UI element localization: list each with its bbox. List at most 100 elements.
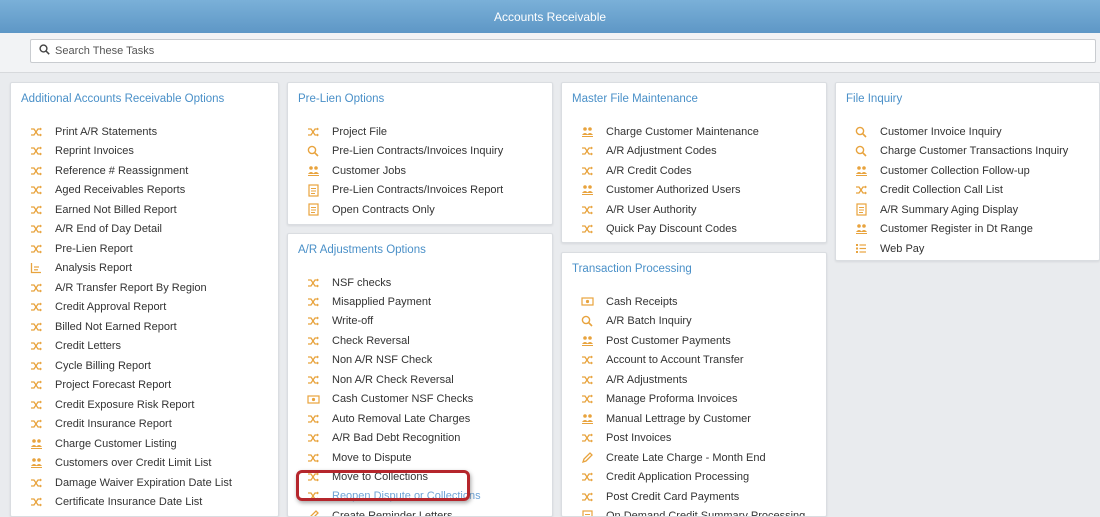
- shuffle-icon: [306, 373, 320, 387]
- task-on-demand-credit-summary-processing[interactable]: On Demand Credit Summary Processing: [562, 507, 826, 516]
- task-customer-comment-notes[interactable]: Customer Comment Notes: [11, 512, 278, 517]
- shuffle-icon: [29, 183, 43, 197]
- shuffle-icon: [29, 495, 43, 509]
- task-nsf-checks[interactable]: NSF checks: [288, 273, 552, 292]
- panel-file-inquiry: File Inquiry Customer Invoice Inquiry Char…: [835, 82, 1100, 261]
- task-non-a-r-check-reversal[interactable]: Non A/R Check Reversal: [288, 370, 552, 389]
- task-label: NSF checks: [332, 276, 392, 289]
- document-icon: [306, 203, 320, 217]
- task-a-r-summary-aging-display[interactable]: A/R Summary Aging Display: [836, 200, 1099, 219]
- task-label: Web Pay: [880, 242, 925, 255]
- task-misapplied-payment[interactable]: Misapplied Payment: [288, 292, 552, 311]
- page-title: Accounts Receivable: [493, 9, 607, 24]
- task-label: A/R Credit Codes: [606, 164, 692, 177]
- search-icon: [854, 125, 868, 139]
- task-a-r-batch-inquiry[interactable]: A/R Batch Inquiry: [562, 312, 826, 331]
- task-customer-invoice-inquiry[interactable]: Customer Invoice Inquiry: [836, 122, 1099, 141]
- task-customer-register-in-dt-range[interactable]: Customer Register in Dt Range: [836, 220, 1099, 239]
- shuffle-icon: [580, 222, 594, 236]
- task-cash-receipts[interactable]: Cash Receipts: [562, 292, 826, 311]
- task-credit-application-processing[interactable]: Credit Application Processing: [562, 468, 826, 487]
- task-charge-customer-transactions-inquiry[interactable]: Charge Customer Transactions Inquiry: [836, 142, 1099, 161]
- task-open-contracts-only[interactable]: Open Contracts Only: [288, 200, 552, 219]
- task-auto-removal-late-charges[interactable]: Auto Removal Late Charges: [288, 409, 552, 428]
- search-input[interactable]: Search These Tasks: [30, 39, 1096, 63]
- task-check-reversal[interactable]: Check Reversal: [288, 331, 552, 350]
- task-label: A/R Adjustment Codes: [606, 145, 717, 157]
- shuffle-icon: [580, 392, 594, 406]
- task-label: Analysis Report: [55, 262, 133, 274]
- task-charge-customer-maintenance[interactable]: Charge Customer Maintenance: [562, 122, 826, 141]
- task-credit-approval-report[interactable]: Credit Approval Report: [11, 298, 278, 317]
- task-post-customer-payments[interactable]: Post Customer Payments: [562, 331, 826, 350]
- task-charge-customer-listing[interactable]: Charge Customer Listing: [11, 434, 278, 453]
- search-icon: [580, 314, 594, 328]
- task-customer-collection-follow-up[interactable]: Customer Collection Follow-up: [836, 161, 1099, 180]
- task-credit-insurance-report[interactable]: Credit Insurance Report: [11, 415, 278, 434]
- people-icon: [29, 456, 43, 470]
- task-pre-lien-report[interactable]: Pre-Lien Report: [11, 239, 278, 258]
- shuffle-icon: [29, 476, 43, 490]
- task-certificate-insurance-date-list[interactable]: Certificate Insurance Date List: [11, 493, 278, 512]
- task-post-credit-card-payments[interactable]: Post Credit Card Payments: [562, 487, 826, 506]
- task-cycle-billing-report[interactable]: Cycle Billing Report: [11, 356, 278, 375]
- task-earned-not-billed-report[interactable]: Earned Not Billed Report: [11, 200, 278, 219]
- task-customer-authorized-users[interactable]: Customer Authorized Users: [562, 181, 826, 200]
- task-a-r-adjustment-codes[interactable]: A/R Adjustment Codes: [562, 142, 826, 161]
- search-icon: [39, 44, 55, 58]
- task-aged-receivables-reports[interactable]: Aged Receivables Reports: [11, 181, 278, 200]
- task-print-a-r-statements[interactable]: Print A/R Statements: [11, 122, 278, 141]
- task-billed-not-earned-report[interactable]: Billed Not Earned Report: [11, 317, 278, 336]
- task-credit-collection-call-list[interactable]: Credit Collection Call List: [836, 181, 1099, 200]
- task-post-invoices[interactable]: Post Invoices: [562, 429, 826, 448]
- task-credit-exposure-risk-report[interactable]: Credit Exposure Risk Report: [11, 395, 278, 414]
- task-a-r-transfer-report-by-region[interactable]: A/R Transfer Report By Region: [11, 278, 278, 297]
- task-a-r-credit-codes[interactable]: A/R Credit Codes: [562, 161, 826, 180]
- task-web-pay[interactable]: Web Pay: [836, 239, 1099, 258]
- task-label: A/R Transfer Report By Region: [55, 281, 207, 294]
- task-project-file[interactable]: Project File: [288, 122, 552, 141]
- task-a-r-user-authority[interactable]: A/R User Authority: [562, 200, 826, 219]
- task-label: Customer Collection Follow-up: [880, 164, 1030, 177]
- task-a-r-adjustments[interactable]: A/R Adjustments: [562, 370, 826, 389]
- task-create-reminder-letters[interactable]: Create Reminder Letters: [288, 506, 552, 516]
- task-damage-waiver-expiration-date-list[interactable]: Damage Waiver Expiration Date List: [11, 473, 278, 492]
- task-credit-letters[interactable]: Credit Letters: [11, 337, 278, 356]
- task-move-to-dispute[interactable]: Move to Dispute: [288, 448, 552, 467]
- task-account-to-account-transfer[interactable]: Account to Account Transfer: [562, 351, 826, 370]
- document-icon: [854, 203, 868, 217]
- window-title-bar: Accounts Receivable: [0, 0, 1100, 33]
- shuffle-icon: [580, 144, 594, 158]
- people-icon: [854, 222, 868, 236]
- task-write-off[interactable]: Write-off: [288, 312, 552, 331]
- panel-title: Master File Maintenance: [572, 93, 698, 105]
- task-project-forecast-report[interactable]: Project Forecast Report: [11, 376, 278, 395]
- task-label: Cash Customer NSF Checks: [332, 393, 474, 406]
- task-reference-reassignment[interactable]: Reference # Reassignment: [11, 161, 278, 180]
- search-icon: [306, 144, 320, 158]
- task-quick-pay-discount-codes[interactable]: Quick Pay Discount Codes: [562, 220, 826, 239]
- task-label: Reference # Reassignment: [55, 164, 189, 177]
- shuffle-icon: [306, 314, 320, 328]
- shuffle-icon: [306, 334, 320, 348]
- task-reprint-invoices[interactable]: Reprint Invoices: [11, 142, 278, 161]
- task-manual-lettrage-by-customer[interactable]: Manual Lettrage by Customer: [562, 409, 826, 428]
- task-pre-lien-contracts-invoices-inquiry[interactable]: Pre-Lien Contracts/Invoices Inquiry: [288, 142, 552, 161]
- task-label: Project Forecast Report: [55, 379, 172, 391]
- task-a-r-bad-debt-recognition[interactable]: A/R Bad Debt Recognition: [288, 429, 552, 448]
- task-label: Cycle Billing Report: [55, 359, 151, 372]
- task-non-a-r-nsf-check[interactable]: Non A/R NSF Check: [288, 351, 552, 370]
- task-manage-proforma-invoices[interactable]: Manage Proforma Invoices: [562, 390, 826, 409]
- task-create-late-charge-month-end[interactable]: Create Late Charge - Month End: [562, 448, 826, 467]
- task-label: Pre-Lien Contracts/Invoices Inquiry: [332, 145, 504, 157]
- document-icon: [306, 183, 320, 197]
- shuffle-icon: [29, 281, 43, 295]
- task-pre-lien-contracts-invoices-report[interactable]: Pre-Lien Contracts/Invoices Report: [288, 181, 552, 200]
- task-label: Misapplied Payment: [332, 295, 432, 308]
- shuffle-icon: [580, 431, 594, 445]
- task-a-r-end-of-day-detail[interactable]: A/R End of Day Detail: [11, 220, 278, 239]
- task-customer-jobs[interactable]: Customer Jobs: [288, 161, 552, 180]
- task-customers-over-credit-limit-list[interactable]: Customers over Credit Limit List: [11, 454, 278, 473]
- task-cash-customer-nsf-checks[interactable]: Cash Customer NSF Checks: [288, 390, 552, 409]
- task-analysis-report[interactable]: Analysis Report: [11, 259, 278, 278]
